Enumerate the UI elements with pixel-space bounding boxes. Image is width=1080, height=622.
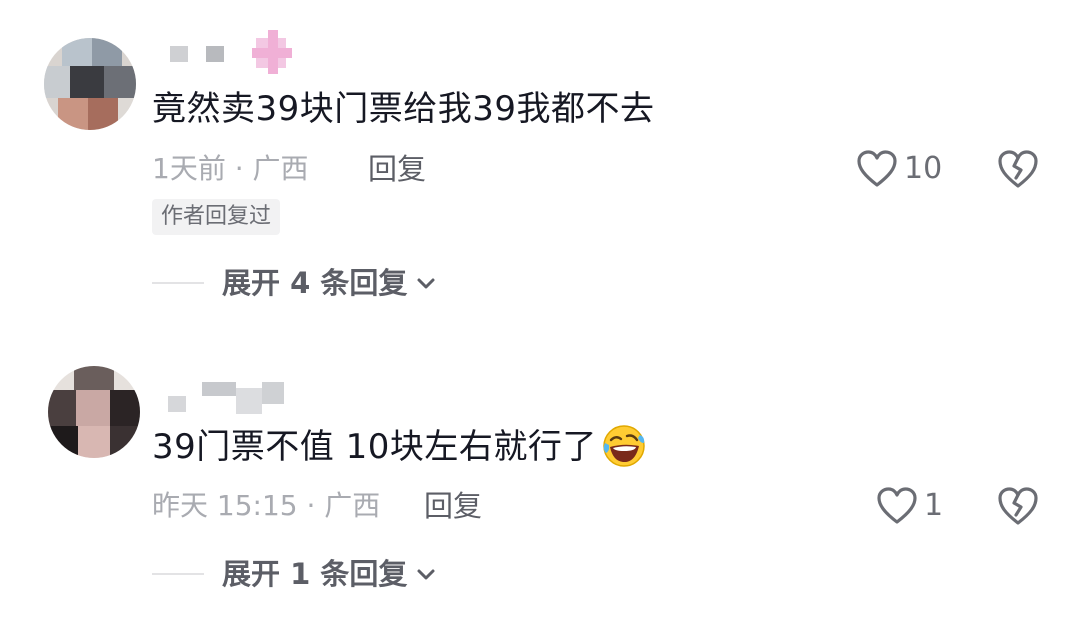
comment-time-location: 1天前 · 广西 — [152, 152, 309, 185]
broken-heart-icon[interactable] — [996, 147, 1040, 191]
reply-button[interactable]: 回复 — [368, 151, 426, 187]
like-count: 1 — [924, 488, 944, 523]
divider-line — [152, 573, 204, 575]
expand-replies-button[interactable]: 展开 4 条回复 — [152, 263, 437, 303]
comment-time-location: 昨天 15:15 · 广西 — [152, 489, 381, 522]
like-button[interactable]: 1 — [876, 484, 943, 528]
expand-replies-label: 展开 4 条回复 — [222, 266, 408, 300]
author-replied-badge: 作者回复过 — [152, 199, 281, 235]
chevron-down-icon — [417, 569, 435, 580]
expand-replies-button[interactable]: 展开 1 条回复 — [152, 554, 437, 594]
comment-text: 竟然卖39块门票给我39我都不去 — [152, 89, 655, 129]
heart-outline-icon — [877, 487, 917, 524]
reply-button[interactable]: 回复 — [424, 488, 482, 524]
divider-line — [152, 282, 204, 284]
expand-replies-label: 展开 1 条回复 — [222, 557, 408, 591]
avatar[interactable] — [44, 38, 136, 130]
username-blurred[interactable] — [160, 30, 320, 74]
broken-heart-icon[interactable] — [996, 484, 1040, 528]
avatar[interactable] — [48, 366, 140, 458]
username-blurred[interactable] — [160, 378, 300, 414]
chevron-down-icon — [417, 278, 435, 289]
heart-outline-icon — [857, 150, 897, 187]
like-count: 10 — [904, 151, 943, 186]
comment-text: 39门票不值 10块左右就行了 — [152, 424, 647, 472]
comment-item: 竟然卖39块门票给我39我都不去 1天前 · 广西 回复 10 作者回复过 展开… — [0, 0, 1080, 320]
comment-text-body: 39门票不值 10块左右就行了 — [152, 427, 597, 467]
like-button[interactable]: 10 — [856, 147, 942, 191]
comment-item: 39门票不值 10块左右就行了 昨天 15:15 · 广西 回复 1 展开 1 … — [0, 340, 1080, 622]
rolling-laughing-emoji — [603, 424, 645, 467]
